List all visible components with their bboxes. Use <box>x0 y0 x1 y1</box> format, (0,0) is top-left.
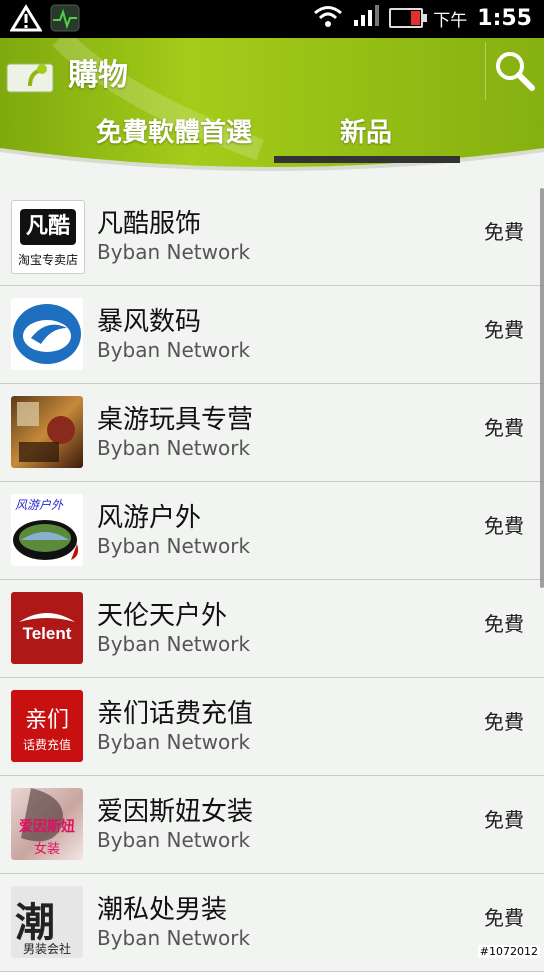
item-name: 风游户外 <box>97 503 202 533</box>
list-item[interactable]: 爱因斯妞 女装 爱因斯妞女装 Byban Network 免費 <box>0 776 544 874</box>
item-name: 凡酷服饰 <box>97 209 202 239</box>
list-item[interactable]: 潮 男装会社 潮私处男装 Byban Network 免費 <box>0 874 544 972</box>
item-developer: Byban Network <box>97 926 251 950</box>
item-price: 免費 <box>484 710 524 734</box>
logo-text: 爱因斯妞 <box>19 819 75 835</box>
item-price: 免費 <box>484 318 524 342</box>
item-developer: Byban Network <box>97 730 251 754</box>
notification-warning-icon <box>9 4 43 36</box>
logo-text: 凡酷 <box>20 209 76 245</box>
aiyinsiniu-photo-icon: 爱因斯妞 女装 <box>11 788 83 860</box>
app-list: 凡酷 淘宝专卖店 凡酷服饰 Byban Network 免費 暴风数码 Byba… <box>0 188 544 972</box>
item-developer: Byban Network <box>97 632 251 656</box>
logo-text: Telent <box>22 624 72 643</box>
wifi-icon <box>313 4 343 32</box>
status-bar: 下午 1:55 <box>0 0 544 38</box>
list-item[interactable]: 凡酷 淘宝专卖店 凡酷服饰 Byban Network 免費 <box>0 188 544 286</box>
item-developer: Byban Network <box>97 828 251 852</box>
item-developer: Byban Network <box>97 240 251 264</box>
item-name: 爱因斯妞女装 <box>97 797 254 827</box>
activity-monitor-icon <box>50 4 80 36</box>
watermark-text: #1072012 <box>477 945 540 958</box>
fengyou-logo-icon: 风游户外 <box>11 494 83 566</box>
chaosichu-logo-icon: 潮 男装会社 <box>11 886 83 958</box>
shopping-bag-icon <box>6 56 54 94</box>
list-scrollbar[interactable] <box>540 188 544 588</box>
item-price: 免費 <box>484 514 524 538</box>
search-button[interactable] <box>485 42 544 100</box>
item-price: 免費 <box>484 808 524 832</box>
logo-subtext: 话费充值 <box>22 738 71 752</box>
item-price: 免費 <box>484 416 524 440</box>
item-name: 暴风数码 <box>97 307 202 337</box>
fanku-logo-icon: 凡酷 淘宝专卖店 <box>11 200 85 274</box>
signal-strength-icon <box>353 5 380 31</box>
logo-subtext: 女装 <box>33 842 60 857</box>
boardgame-photo-icon <box>11 396 83 468</box>
item-developer: Byban Network <box>97 436 251 460</box>
app-header: 購物 免費軟體首選 新品 <box>0 38 544 188</box>
baofeng-logo-icon <box>11 298 83 370</box>
item-developer: Byban Network <box>97 534 251 558</box>
item-price: 免費 <box>484 906 524 930</box>
list-item[interactable]: 风游户外 风游户外 Byban Network 免費 <box>0 482 544 580</box>
item-name: 天伦天户外 <box>97 601 228 631</box>
list-item[interactable]: 亲们 话费充值 亲们话费充值 Byban Network 免費 <box>0 678 544 776</box>
battery-icon <box>389 8 428 28</box>
tab-free-top-picks[interactable]: 免費軟體首選 <box>96 112 252 149</box>
list-item[interactable]: 桌游玩具专营 Byban Network 免費 <box>0 384 544 482</box>
item-name: 桌游玩具专营 <box>97 405 254 435</box>
telent-logo-icon: Telent <box>11 592 83 664</box>
logo-text: 亲们 <box>24 708 69 733</box>
search-icon <box>496 52 535 91</box>
list-item[interactable]: Telent 天伦天户外 Byban Network 免費 <box>0 580 544 678</box>
tab-new[interactable]: 新品 <box>340 112 392 149</box>
list-item[interactable]: 暴风数码 Byban Network 免費 <box>0 286 544 384</box>
item-price: 免費 <box>484 220 524 244</box>
qinmen-logo-icon: 亲们 话费充值 <box>11 690 83 762</box>
status-time: 1:55 <box>477 5 532 31</box>
item-name: 潮私处男装 <box>97 895 228 925</box>
item-price: 免費 <box>484 612 524 636</box>
item-name: 亲们话费充值 <box>97 699 254 729</box>
item-developer: Byban Network <box>97 338 251 362</box>
app-title: 購物 <box>68 58 128 93</box>
logo-subtext: 男装会社 <box>22 942 71 956</box>
logo-subtext: 淘宝专卖店 <box>17 253 78 267</box>
status-ampm: 下午 <box>433 10 468 31</box>
